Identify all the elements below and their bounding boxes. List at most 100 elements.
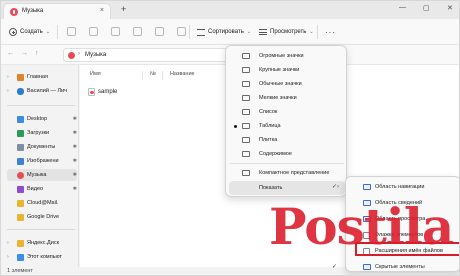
image-icon <box>17 158 24 165</box>
create-button[interactable]: Создать ⌄ <box>9 25 50 39</box>
maximize-button[interactable]: ▢ <box>423 4 430 12</box>
breadcrumb-separator: › <box>78 51 80 57</box>
column-header-title[interactable]: Название <box>170 71 195 77</box>
sidebar-item-label: Документы <box>27 144 56 150</box>
chevron-down-icon: ⌄ <box>246 29 252 35</box>
folder-icon <box>17 214 24 221</box>
cloud-icon <box>17 88 24 95</box>
small-icons-icon <box>242 95 250 101</box>
sidebar-divider <box>7 105 75 106</box>
delete-icon[interactable] <box>177 27 186 36</box>
navigation-pane-icon <box>363 184 371 190</box>
submenu-item-label: Скрытые элементы <box>375 264 425 270</box>
sidebar-item-cloud-mail[interactable]: Cloud@Mail. <box>7 197 77 209</box>
desktop-icon <box>17 116 24 123</box>
checkmark-icon: ✓ <box>332 184 338 190</box>
minimize-button[interactable]: — <box>399 4 406 11</box>
forward-arrow-icon[interactable]: → <box>21 50 28 57</box>
sidebar-item-music[interactable]: Музыка ✱ <box>7 169 77 181</box>
folder-icon <box>17 200 24 207</box>
view-menu: Огромные значки Крупные значки Обычные з… <box>225 45 347 197</box>
chevron-right-icon[interactable]: › <box>7 240 9 246</box>
sidebar-item-desktop[interactable]: Desktop ✱ <box>7 113 77 125</box>
menu-item-show[interactable]: Показать › <box>229 181 345 195</box>
submenu-item-hidden-items[interactable]: ✓ Скрытые элементы <box>332 260 459 274</box>
sidebar-item-google-drive[interactable]: Google Drive <box>7 211 77 223</box>
sidebar-item-home[interactable]: › Главная <box>7 71 77 83</box>
up-arrow-icon[interactable]: ↑ <box>35 50 39 57</box>
menu-item-tiles[interactable]: Плитка <box>229 133 345 147</box>
pin-icon: ✱ <box>72 116 77 122</box>
content-icon <box>242 151 250 157</box>
navigation-pane: › Главная › Василий — Лич Desktop ✱ Загр… <box>1 65 79 267</box>
music-folder-icon <box>10 8 18 16</box>
sidebar-item-label: Музыка <box>27 172 47 178</box>
menu-item-label: Содержимое <box>259 151 292 157</box>
column-divider[interactable] <box>142 71 143 80</box>
sidebar-item-pictures[interactable]: Изображени ✱ <box>7 155 77 167</box>
chevron-right-icon[interactable]: › <box>7 74 9 80</box>
chevron-right-icon[interactable]: › <box>7 254 9 260</box>
sidebar-item-documents[interactable]: Документы ✱ <box>7 141 77 153</box>
cut-icon[interactable] <box>67 27 76 36</box>
tab-music[interactable]: Музыка × <box>3 3 111 19</box>
submenu-item-label: Область навигации <box>375 184 425 190</box>
command-bar: Создать ⌄ Сортировать ⌄ Просмотреть ⌄ ··… <box>1 19 459 45</box>
view-icon <box>259 29 267 35</box>
menu-item-label: Обычные значки <box>259 81 302 87</box>
menu-item-content[interactable]: Содержимое <box>229 147 345 161</box>
audio-file-icon <box>88 88 95 96</box>
new-tab-button[interactable]: + <box>121 4 126 14</box>
menu-item-medium-icons[interactable]: Обычные значки <box>229 77 345 91</box>
sidebar-item-label: Загрузки <box>27 130 50 136</box>
close-window-button[interactable]: ✕ <box>447 4 453 12</box>
paste-icon[interactable] <box>111 27 120 36</box>
extra-large-icons-icon <box>242 53 250 59</box>
menu-item-large-icons[interactable]: Крупные значки <box>229 63 345 77</box>
breadcrumb[interactable]: Музыка <box>85 52 106 58</box>
sort-button[interactable]: Сортировать ⌄ <box>197 25 251 39</box>
list-icon <box>242 109 250 115</box>
sidebar-item-this-pc[interactable]: › Этот компьют <box>7 251 77 263</box>
menu-item-extra-large-icons[interactable]: Огромные значки <box>229 49 345 63</box>
column-header-number[interactable]: № <box>150 71 156 77</box>
close-tab-icon[interactable]: × <box>100 7 104 14</box>
rename-icon[interactable] <box>133 27 142 36</box>
share-icon[interactable] <box>155 27 164 36</box>
sidebar-item-onedrive[interactable]: › Василий — Лич <box>7 85 77 97</box>
address-bar[interactable]: › Музыка <box>63 48 233 62</box>
menu-item-list[interactable]: Список <box>229 105 345 119</box>
plus-icon <box>9 28 17 36</box>
sidebar-item-downloads[interactable]: Загрузки ✱ <box>7 127 77 139</box>
sidebar-item-videos[interactable]: Видео ✱ <box>7 183 77 195</box>
sidebar-item-label: Яндекс.Диск <box>27 240 59 246</box>
column-header-name[interactable]: Имя <box>90 71 101 77</box>
sidebar-divider <box>7 229 75 230</box>
menu-item-label: Мелкие значки <box>259 95 297 101</box>
chevron-right-icon: › <box>337 184 339 190</box>
home-icon <box>17 74 24 81</box>
sidebar-item-yandex-disk[interactable]: › Яндекс.Диск <box>7 237 77 249</box>
watermark: Postila <box>269 197 454 256</box>
large-icons-icon <box>242 67 250 73</box>
back-arrow-icon[interactable]: ← <box>7 50 14 57</box>
sort-label: Сортировать <box>208 29 244 35</box>
toolbar-divider <box>317 25 318 39</box>
file-row[interactable]: sample <box>88 87 117 97</box>
chevron-right-icon[interactable]: › <box>7 88 9 94</box>
menu-item-details[interactable]: Таблица <box>229 119 345 133</box>
view-button[interactable]: Просмотреть ⌄ <box>259 25 314 39</box>
checkmark-icon: ✓ <box>332 264 338 270</box>
menu-item-small-icons[interactable]: Мелкие значки <box>229 91 345 105</box>
computer-icon <box>17 254 24 261</box>
pin-icon: ✱ <box>72 130 77 136</box>
copy-icon[interactable] <box>89 27 98 36</box>
sidebar-item-label: Видео <box>27 186 44 192</box>
chevron-down-icon: ⌄ <box>309 29 314 35</box>
menu-item-compact-view[interactable]: Компактное представление <box>229 166 345 180</box>
column-divider[interactable] <box>162 71 163 80</box>
file-name: sample <box>98 89 118 95</box>
submenu-item-navigation-pane[interactable]: ✓ Область навигации <box>332 180 459 194</box>
more-options-button[interactable]: ··· <box>325 25 336 39</box>
view-label: Просмотреть <box>270 29 307 35</box>
